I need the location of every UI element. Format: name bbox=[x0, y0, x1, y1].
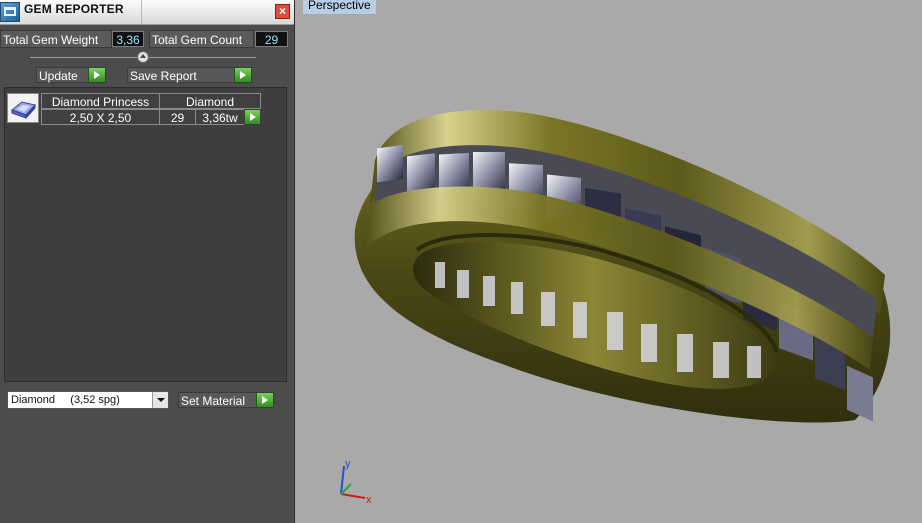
gem-name-cell[interactable]: Diamond Princess bbox=[41, 93, 160, 109]
panel-titlebar: GEM REPORTER × bbox=[0, 0, 294, 25]
total-gem-weight-label: Total Gem Weight bbox=[0, 30, 112, 48]
total-gem-count-label: Total Gem Count bbox=[149, 30, 254, 48]
perspective-viewport[interactable]: Perspective y x bbox=[295, 0, 922, 523]
total-gem-weight-value: 3,36 bbox=[112, 31, 144, 47]
axis-gizmo-icon: y x bbox=[340, 458, 372, 506]
gem-weight-cell[interactable]: 3,36tw bbox=[195, 109, 245, 125]
update-button-label: Update bbox=[39, 69, 78, 83]
play-arrow-icon bbox=[256, 393, 273, 407]
gem-row-go-button[interactable] bbox=[244, 109, 261, 125]
gem-list: Diamond Princess Diamond 2,50 X 2,50 29 … bbox=[4, 87, 287, 382]
set-material-button[interactable]: Set Material bbox=[178, 392, 274, 408]
title-divider bbox=[141, 0, 142, 24]
chevron-down-icon[interactable] bbox=[152, 392, 168, 408]
totals-row: Total Gem Weight 3,36 Total Gem Count 29 bbox=[0, 30, 294, 48]
gem-reporter-icon bbox=[0, 2, 20, 22]
save-report-button[interactable]: Save Report bbox=[127, 67, 252, 83]
update-button[interactable]: Update bbox=[36, 67, 106, 83]
gem-count-cell[interactable]: 29 bbox=[159, 109, 196, 125]
total-gem-count-value: 29 bbox=[255, 31, 288, 47]
play-arrow-icon bbox=[244, 110, 260, 124]
axis-y-label: y bbox=[345, 458, 351, 470]
play-arrow-icon bbox=[88, 68, 105, 82]
panel-title: GEM REPORTER bbox=[24, 2, 124, 16]
save-report-button-label: Save Report bbox=[130, 69, 197, 83]
play-arrow-icon bbox=[234, 68, 251, 82]
collapse-toggle-icon[interactable] bbox=[137, 51, 149, 63]
close-button[interactable]: × bbox=[275, 4, 290, 19]
gem-size-cell[interactable]: 2,50 X 2,50 bbox=[41, 109, 160, 125]
axis-x-label: x bbox=[366, 494, 372, 506]
material-select-value: Diamond (3,52 spg) bbox=[11, 394, 120, 406]
ring-model bbox=[354, 109, 891, 423]
set-material-button-label: Set Material bbox=[181, 394, 246, 408]
gem-reporter-panel: GEM REPORTER × Total Gem Weight 3,36 Tot… bbox=[0, 0, 295, 523]
gem-material-cell[interactable]: Diamond bbox=[159, 93, 261, 109]
material-select[interactable]: Diamond (3,52 spg) bbox=[7, 391, 169, 409]
princess-cut-gem-icon bbox=[7, 93, 39, 123]
